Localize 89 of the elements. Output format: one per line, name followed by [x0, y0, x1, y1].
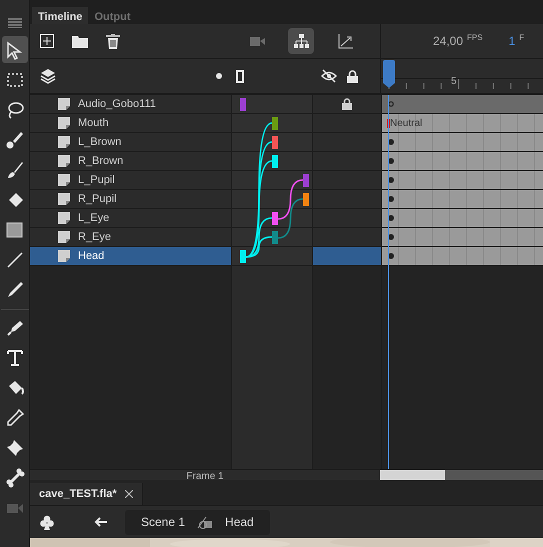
parent-color-chip[interactable] — [272, 155, 278, 168]
fps-unit: FPS — [467, 32, 483, 42]
line-icon — [4, 250, 24, 270]
rectangle-icon — [4, 220, 24, 240]
ruler-tick-label: 5 — [451, 76, 457, 87]
layer-row[interactable]: L_Eye — [30, 209, 231, 227]
lock-cell[interactable] — [312, 114, 381, 132]
parent-link — [278, 179, 304, 220]
parent-color-chip[interactable] — [272, 212, 278, 225]
layer-row[interactable]: L_Pupil — [30, 171, 231, 189]
parent-color-chip[interactable] — [240, 98, 246, 111]
frame-track[interactable]: Neutral — [381, 114, 543, 132]
club-icon[interactable] — [40, 514, 54, 530]
layer-icon — [58, 212, 70, 224]
layer-icon — [58, 193, 70, 205]
layer-row[interactable]: Mouth — [30, 114, 231, 132]
pin-icon — [4, 438, 24, 458]
layer-icon — [58, 174, 70, 186]
back-arrow-icon[interactable] — [94, 517, 107, 527]
eyedropper-icon — [4, 408, 24, 428]
horizontal-scrollbar[interactable] — [380, 470, 543, 480]
bone-icon — [4, 468, 24, 488]
trash-icon[interactable] — [106, 34, 120, 48]
layer-name: R_Eye — [78, 231, 112, 243]
document-tab[interactable]: cave_TEST.fla* — [30, 483, 143, 505]
frame-unit: F — [519, 32, 524, 42]
lock-cell[interactable] — [312, 209, 381, 227]
layer-name: Head — [78, 250, 104, 262]
graph-icon — [336, 33, 354, 49]
layer-name: L_Brown — [78, 136, 122, 148]
layer-row[interactable]: L_Brown — [30, 133, 231, 151]
layer-icon — [58, 250, 70, 262]
breadcrumb[interactable]: Head — [225, 515, 254, 529]
panel-menu-icon[interactable] — [8, 18, 22, 28]
layer-name: L_Pupil — [78, 174, 115, 186]
outline-icon[interactable] — [236, 70, 244, 82]
lock-cell[interactable] — [312, 133, 381, 151]
dot-icon[interactable] — [216, 73, 222, 79]
parent-link — [278, 198, 304, 239]
lock-cell[interactable] — [312, 171, 381, 189]
parent-color-chip[interactable] — [272, 117, 278, 130]
layer-row[interactable]: R_Brown — [30, 152, 231, 170]
layer-icon — [58, 155, 70, 167]
folder-icon[interactable] — [72, 34, 88, 48]
close-icon[interactable] — [124, 490, 133, 498]
parent-color-chip[interactable] — [240, 250, 246, 263]
selection-arrow-icon — [4, 40, 24, 60]
breadcrumb[interactable]: Scene 1 — [141, 515, 186, 529]
fps-value[interactable]: 24,00 — [433, 34, 464, 48]
layer-row[interactable]: R_Pupil — [30, 190, 231, 208]
lock-cell[interactable] — [312, 152, 381, 170]
frame-number[interactable]: 1 — [508, 34, 516, 48]
view-toggle[interactable] — [288, 28, 314, 54]
layer-name: Mouth — [78, 117, 109, 129]
layer-icon — [58, 231, 70, 243]
lock-cell[interactable] — [312, 247, 381, 265]
layer-icon — [58, 136, 70, 148]
empty-keyframe-icon — [388, 101, 394, 107]
parent-color-chip[interactable] — [303, 174, 309, 187]
layer-name: R_Pupil — [78, 193, 117, 205]
layer-icon — [58, 117, 70, 129]
lock-icon[interactable] — [342, 98, 352, 110]
current-frame-label: Frame 1 — [186, 470, 224, 480]
document-title: cave_TEST.fla* — [39, 488, 117, 500]
lock-cell[interactable] — [312, 228, 381, 246]
parent-color-chip[interactable] — [303, 193, 309, 206]
lock-icon[interactable] — [347, 70, 358, 82]
layers-icon — [40, 68, 56, 84]
parent-color-chip[interactable] — [272, 136, 278, 149]
text-tool-icon — [4, 348, 24, 368]
playhead-icon — [383, 60, 395, 88]
paintbrush-icon — [4, 130, 24, 150]
tool-button[interactable] — [2, 36, 28, 63]
lock-cell[interactable] — [312, 190, 381, 208]
panel-tab[interactable]: Timeline — [32, 7, 88, 24]
new-layer-icon[interactable] — [40, 34, 54, 48]
hierarchy-icon — [292, 33, 310, 49]
layer-icon — [58, 98, 70, 110]
symbol-icon — [197, 515, 214, 529]
layer-row[interactable]: Head — [30, 247, 231, 265]
hide-icon[interactable] — [321, 69, 337, 83]
lock-cell[interactable] — [312, 95, 381, 113]
layer-name: R_Brown — [78, 155, 124, 167]
layer-name: L_Eye — [78, 212, 110, 224]
layer-name: Audio_Gobo111 — [78, 98, 156, 110]
parent-color-chip[interactable] — [272, 231, 278, 244]
layer-row[interactable]: R_Eye — [30, 228, 231, 246]
frame-label: Neutral — [390, 118, 422, 128]
layer-row[interactable]: Audio_Gobo111 — [30, 95, 231, 113]
